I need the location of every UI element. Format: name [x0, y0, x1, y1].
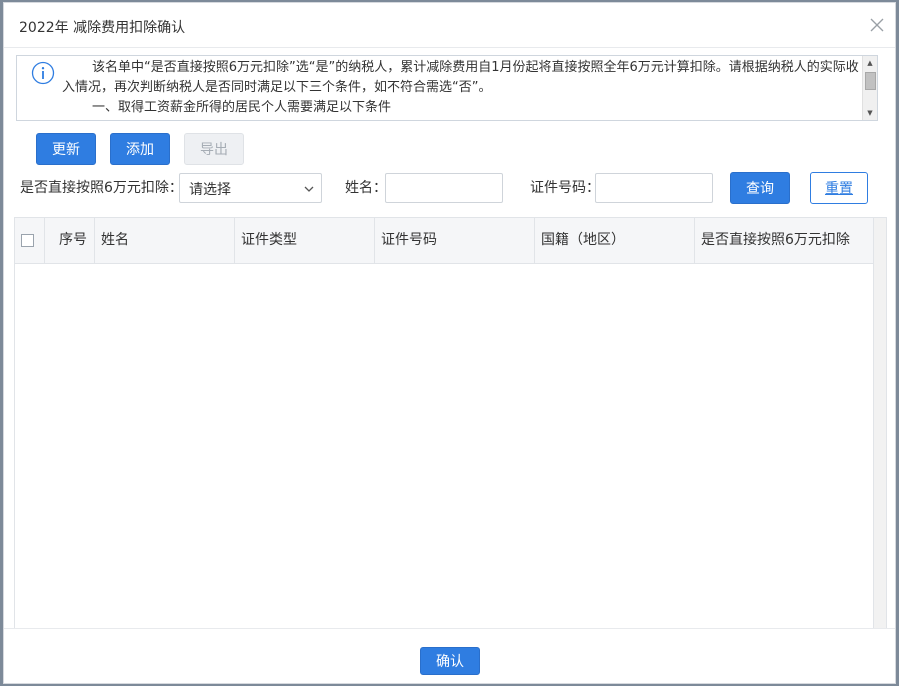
select-all-checkbox[interactable] — [21, 234, 34, 247]
deduct-select[interactable]: 请选择 — [179, 173, 322, 203]
notice-box: 该名单中“是否直接按照6万元扣除”选“是”的纳税人，累计减除费用自1月份起将直接… — [16, 55, 878, 121]
deduct-select-value: 请选择 — [189, 182, 231, 198]
id-number-input[interactable] — [595, 173, 713, 203]
update-button[interactable]: 更新 — [36, 133, 96, 165]
export-button: 导出 — [184, 133, 244, 165]
close-icon — [870, 18, 884, 32]
notice-scrollbar[interactable]: ▲ ▼ — [862, 56, 877, 120]
deduct-filter-label: 是否直接按照6万元扣除： — [20, 180, 183, 196]
dialog-title-bar: 2022年 减除费用扣除确认 — [4, 3, 895, 48]
column-header-direct-deduction[interactable]: 是否直接按照6万元扣除 — [695, 218, 874, 263]
deduction-confirm-dialog: 2022年 减除费用扣除确认 该名单中“是否直接按照6万元扣除”选“是”的纳税人… — [3, 2, 896, 684]
column-header-name[interactable]: 姓名 — [95, 218, 235, 263]
query-button[interactable]: 查询 — [730, 172, 790, 204]
column-header-nationality[interactable]: 国籍（地区） — [535, 218, 695, 263]
confirm-button[interactable]: 确认 — [420, 647, 480, 675]
column-header-id-type[interactable]: 证件类型 — [235, 218, 375, 263]
add-button[interactable]: 添加 — [110, 133, 170, 165]
dialog-title: 2022年 减除费用扣除确认 — [19, 20, 186, 36]
column-header-index[interactable]: 序号 — [45, 218, 95, 263]
table-scrollbar[interactable] — [873, 218, 886, 628]
info-icon — [31, 61, 55, 85]
column-header-id-number[interactable]: 证件号码 — [375, 218, 535, 263]
notice-paragraph: 该名单中“是否直接按照6万元扣除”选“是”的纳税人，累计减除费用自1月份起将直接… — [62, 60, 859, 95]
name-filter-label: 姓名： — [345, 180, 387, 196]
chevron-down-icon — [304, 186, 314, 192]
taxpayer-table: 序号 姓名 证件类型 证件号码 国籍（地区） 是否直接按照6万元扣除 — [14, 217, 887, 629]
select-all-column — [15, 218, 45, 263]
scroll-down-arrow-icon[interactable]: ▼ — [863, 106, 877, 120]
table-header: 序号 姓名 证件类型 证件号码 国籍（地区） 是否直接按照6万元扣除 — [15, 218, 874, 264]
dialog-footer: 确认 — [4, 628, 895, 686]
close-button[interactable] — [865, 13, 889, 37]
reset-button[interactable]: 重置 — [810, 172, 868, 204]
notice-text-area[interactable]: 该名单中“是否直接按照6万元扣除”选“是”的纳税人，累计减除费用自1月份起将直接… — [62, 56, 862, 122]
id-number-filter-label: 证件号码： — [530, 180, 600, 196]
reset-button-label: 重置 — [825, 181, 853, 197]
scroll-thumb[interactable] — [865, 72, 876, 90]
name-input[interactable] — [385, 173, 503, 203]
notice-paragraph: 一、取得工资薪金所得的居民个人需要满足以下条件 — [92, 100, 392, 115]
scroll-up-arrow-icon[interactable]: ▲ — [863, 56, 877, 70]
